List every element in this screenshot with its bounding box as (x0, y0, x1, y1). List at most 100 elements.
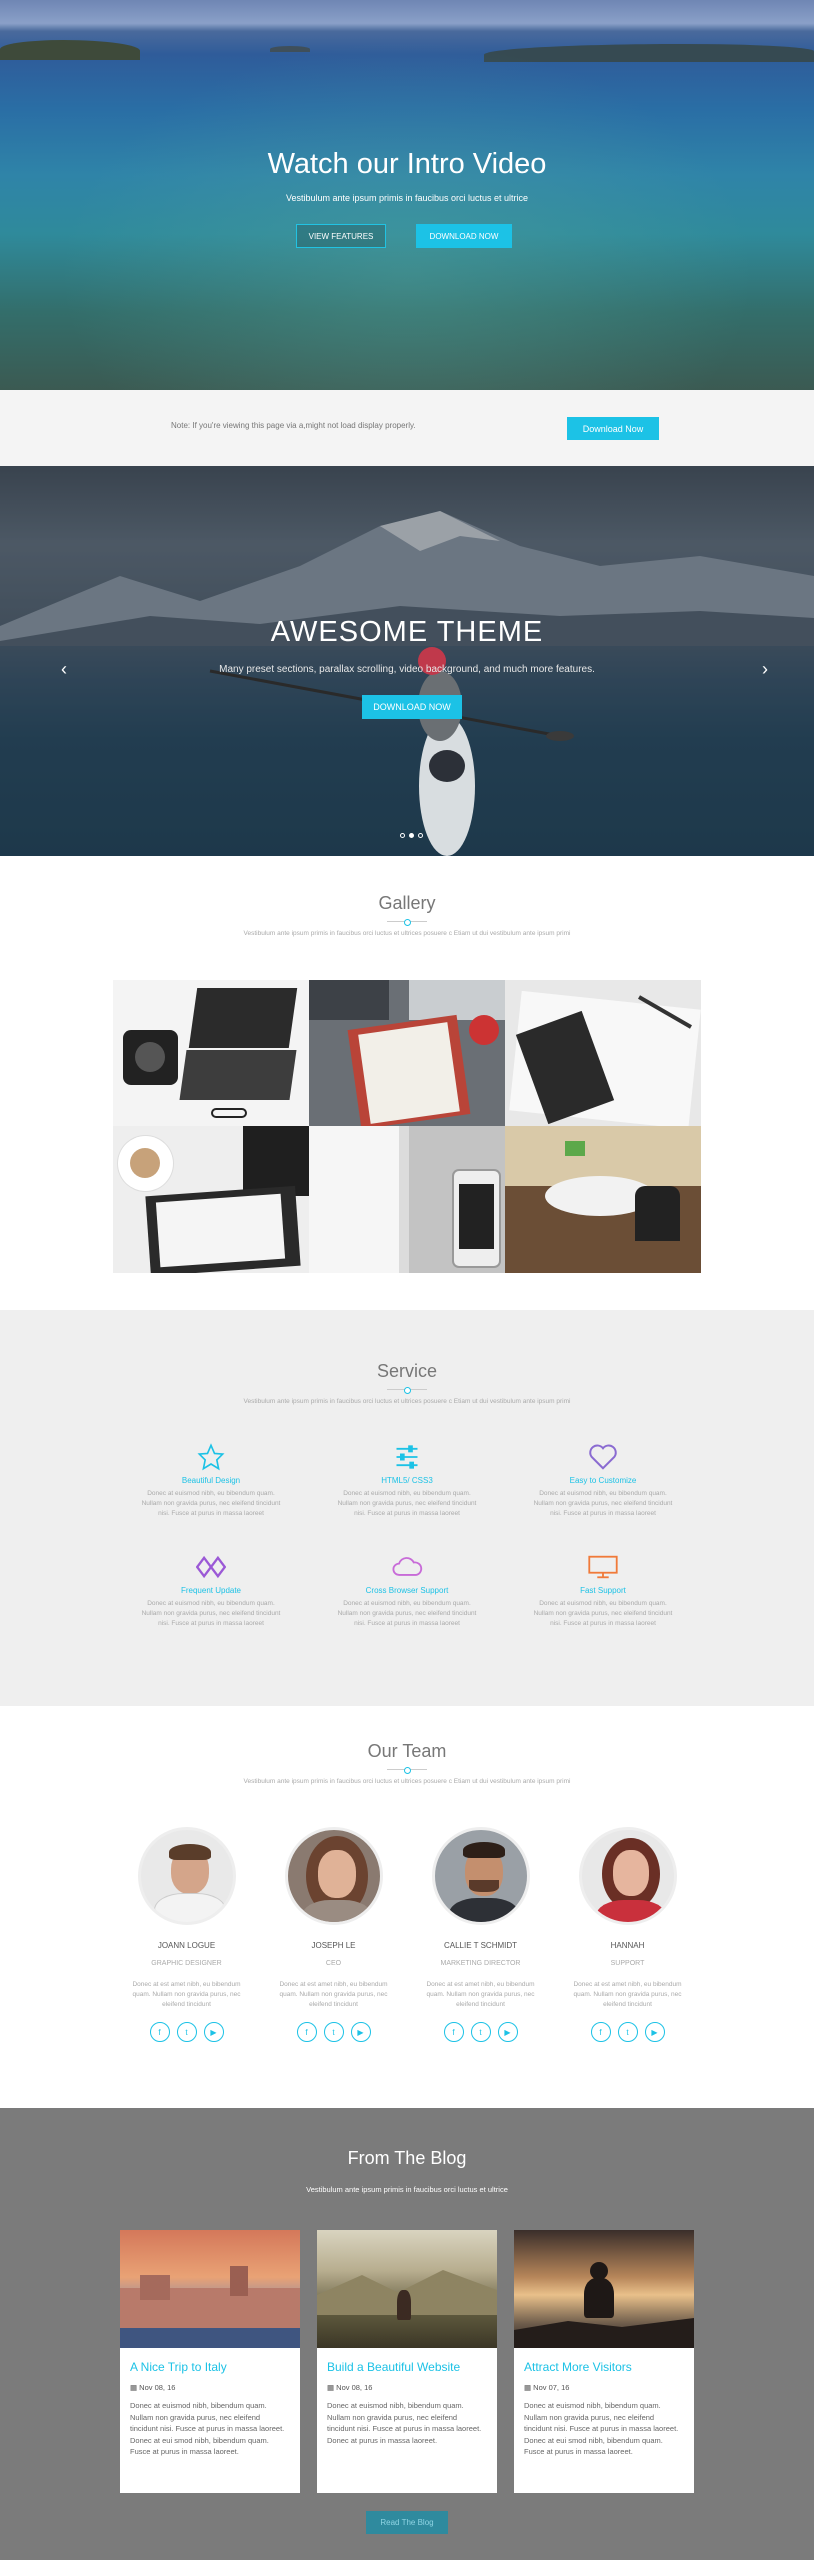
sliders-icon (396, 1445, 418, 1469)
slider-pagination (400, 833, 423, 838)
calendar-icon: ▦ (130, 2383, 140, 2392)
notice-bar: Note: If you're viewing this page via a,… (0, 390, 814, 466)
member-name: CALLIE T SCHMIDT (443, 1941, 518, 1950)
blog-post-excerpt: Donec at euismod nibh, bibendum quam. Nu… (130, 2401, 285, 2456)
gallery-image-phone-notebook[interactable] (309, 1126, 505, 1273)
service-item: Easy to Customize Donec at euismod nibh,… (505, 1442, 701, 1538)
facebook-icon[interactable]: f (296, 2022, 317, 2042)
gallery-title: Gallery (378, 893, 436, 913)
cloud-icon (392, 1557, 423, 1576)
team-member-card: JOANN LOGUE GRAPHIC DESIGNER Donec at es… (113, 1827, 260, 2042)
blog-post-title[interactable]: Build a Beautiful Website (327, 2360, 487, 2374)
calendar-icon: ▦ (327, 2383, 337, 2392)
gallery-section: Gallery Vestibulum ante ipsum primis in … (0, 856, 814, 1310)
twitter-icon[interactable]: t (176, 2022, 197, 2042)
slider-dot[interactable] (400, 833, 405, 838)
service-item: Beautiful Design Donec at euismod nibh, … (113, 1442, 309, 1538)
service-desc: Vestibulum ante ipsum primis in faucibus… (243, 1398, 571, 1405)
youtube-icon[interactable]: ▶ (497, 2022, 518, 2042)
team-section: Our Team Vestibulum ante ipsum primis in… (0, 1706, 814, 2108)
facebook-icon[interactable]: f (443, 2022, 464, 2042)
social-links: f t ▶ (260, 2022, 407, 2042)
download-now-button[interactable]: DOWNLOAD NOW (416, 224, 512, 248)
gallery-image-calculator[interactable] (505, 980, 701, 1126)
slider-download-button[interactable]: DOWNLOAD NOW (362, 695, 462, 719)
avatar (578, 1827, 677, 1925)
service-item-title: Cross Browser Support (365, 1586, 449, 1595)
service-item-desc: Donec at euismod nibh, eu bibendum quam.… (141, 1600, 281, 1627)
team-desc: Vestibulum ante ipsum primis in faucibus… (243, 1778, 571, 1785)
service-section: Service Vestibulum ante ipsum primis in … (0, 1310, 814, 1706)
service-item-title: HTML5/ CSS3 (381, 1476, 433, 1485)
gallery-desc: Vestibulum ante ipsum primis in faucibus… (243, 930, 571, 937)
blog-post-date: ▦ Nov 08, 16 (130, 2383, 176, 2392)
kayak-image (209, 647, 574, 856)
youtube-icon[interactable]: ▶ (350, 2022, 371, 2042)
blog-title: From The Blog (347, 2148, 467, 2168)
service-item-desc: Donec at euismod nibh, eu bibendum quam.… (533, 1600, 673, 1627)
service-item-title: Easy to Customize (569, 1476, 637, 1485)
slider-next-arrow-icon[interactable]: › (762, 659, 768, 680)
gallery-image-coffee-tablet[interactable] (113, 1126, 309, 1273)
team-member-card: CALLIE T SCHMIDT MARKETING DIRECTOR Done… (407, 1827, 554, 2042)
gallery-image-laptop-camera[interactable] (113, 980, 309, 1126)
read-blog-button[interactable]: Read The Blog (366, 2511, 448, 2534)
heart-icon (589, 1444, 617, 1470)
title-divider (387, 919, 427, 926)
member-desc: Donec at est amet nibh, eu bibendum quam… (426, 1981, 535, 2008)
service-item-desc: Donec at euismod nibh, eu bibendum quam.… (337, 1490, 477, 1517)
service-item-title: Beautiful Design (181, 1476, 241, 1485)
slider-subtitle: Many preset sections, parallax scrolling… (219, 664, 595, 675)
member-role: CEO (325, 1960, 342, 1967)
service-item-title: Frequent Update (180, 1586, 242, 1595)
blog-image-sunset-person[interactable] (514, 2230, 694, 2348)
blog-card: Build a Beautiful Website ▦ Nov 08, 16 D… (317, 2230, 497, 2493)
blog-post-excerpt: Donec at euismod nibh, bibendum quam. Nu… (524, 2401, 679, 2456)
member-name: HANNAH (610, 1941, 645, 1950)
link-icon (196, 1555, 226, 1579)
blog-image-venice[interactable] (120, 2230, 300, 2348)
blog-post-title[interactable]: Attract More Visitors (524, 2360, 684, 2374)
member-name: JOSEPH LE (311, 1941, 356, 1950)
blog-post-date: ▦ Nov 07, 16 (524, 2383, 570, 2392)
title-divider (387, 1387, 427, 1394)
avatar (284, 1827, 383, 1925)
blog-image-hiker[interactable] (317, 2230, 497, 2348)
twitter-icon[interactable]: t (617, 2022, 638, 2042)
notice-text: Note: If you're viewing this page via a,… (171, 421, 416, 430)
twitter-icon[interactable]: t (323, 2022, 344, 2042)
blog-post-date: ▦ Nov 08, 16 (327, 2383, 373, 2392)
youtube-icon[interactable]: ▶ (203, 2022, 224, 2042)
slider-dot[interactable] (418, 833, 423, 838)
member-desc: Donec at est amet nibh, eu bibendum quam… (132, 1981, 241, 2008)
twitter-icon[interactable]: t (470, 2022, 491, 2042)
slider-dot-active[interactable] (409, 833, 414, 838)
blog-section: From The Blog Vestibulum ante ipsum prim… (0, 2108, 814, 2560)
gallery-image-notebook-desk[interactable] (309, 980, 505, 1126)
team-title: Our Team (367, 1741, 447, 1761)
blog-card: A Nice Trip to Italy ▦ Nov 08, 16 Donec … (120, 2230, 300, 2493)
view-features-button[interactable]: VIEW FEATURES (296, 224, 386, 248)
member-desc: Donec at est amet nibh, eu bibendum quam… (573, 1981, 682, 2008)
member-role: MARKETING DIRECTOR (440, 1960, 521, 1967)
calendar-icon: ▦ (524, 2383, 534, 2392)
notice-download-button[interactable]: Download Now (567, 417, 659, 440)
facebook-icon[interactable]: f (149, 2022, 170, 2042)
blog-post-excerpt: Donec at euismod nibh, bibendum quam. Nu… (327, 2401, 482, 2445)
service-item-desc: Donec at euismod nibh, eu bibendum quam.… (533, 1490, 673, 1517)
service-item: HTML5/ CSS3 Donec at euismod nibh, eu bi… (309, 1442, 505, 1538)
member-desc: Donec at est amet nibh, eu bibendum quam… (279, 1981, 388, 2008)
service-item-desc: Donec at euismod nibh, eu bibendum quam.… (337, 1600, 477, 1627)
social-links: f t ▶ (407, 2022, 554, 2042)
service-item-desc: Donec at euismod nibh, eu bibendum quam.… (141, 1490, 281, 1517)
hero-slider: AWESOME THEME Many preset sections, para… (0, 466, 814, 856)
youtube-icon[interactable]: ▶ (644, 2022, 665, 2042)
service-item: Cross Browser Support Donec at euismod n… (309, 1552, 505, 1648)
service-item: Frequent Update Donec at euismod nibh, e… (113, 1552, 309, 1648)
gallery-image-cafe-table[interactable] (505, 1126, 701, 1273)
star-icon (197, 1443, 225, 1471)
slider-prev-arrow-icon[interactable]: ‹ (61, 659, 67, 680)
blog-post-title[interactable]: A Nice Trip to Italy (130, 2360, 290, 2374)
facebook-icon[interactable]: f (590, 2022, 611, 2042)
team-member-card: JOSEPH LE CEO Donec at est amet nibh, eu… (260, 1827, 407, 2042)
